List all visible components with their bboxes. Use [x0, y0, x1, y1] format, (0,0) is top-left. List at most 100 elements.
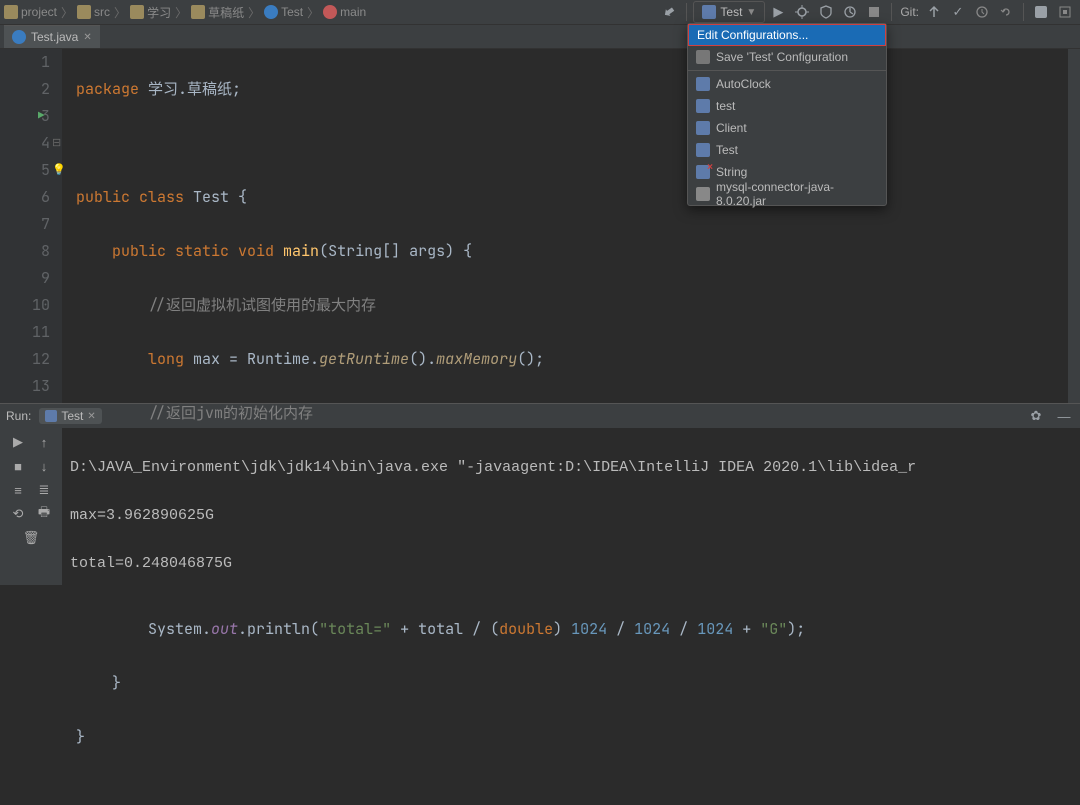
method-call: getRuntime [319, 349, 409, 369]
toolbar-divider [1023, 3, 1024, 21]
breadcrumb-label: project [21, 5, 57, 19]
breadcrumb-project[interactable]: project [4, 5, 57, 19]
top-navigation-bar: project 〉 src 〉 学习 〉 草稿纸 〉 Test 〉 main T… [0, 0, 1080, 25]
code-text: (); [517, 349, 544, 369]
print-button[interactable]: 🖶 [34, 504, 54, 524]
breadcrumb-separator: 〉 [173, 4, 189, 21]
breadcrumb-method[interactable]: main [323, 5, 366, 19]
close-icon[interactable]: ✕ [83, 32, 91, 43]
dropdown-config-item[interactable]: AutoClock [688, 73, 886, 95]
git-history-button[interactable] [971, 1, 993, 23]
run-title: Run: [6, 409, 31, 423]
line-number: 2 [0, 76, 50, 103]
string: "total=" [319, 619, 391, 639]
search-everywhere-button[interactable] [1054, 1, 1076, 23]
dropdown-label: String [716, 165, 747, 179]
app-icon [45, 410, 57, 422]
code-text: ) [553, 619, 571, 639]
console-line: D:\JAVA_Environment\jdk\jdk14\bin\java.e… [70, 456, 1072, 480]
git-commit-button[interactable]: ✓ [947, 1, 969, 23]
code-text: + total / ( [391, 619, 499, 639]
line-number: 7 [0, 211, 50, 238]
layout-button[interactable]: ≡ [8, 480, 28, 500]
brace: } [112, 673, 121, 693]
brace: } [76, 727, 85, 747]
line-number: 4 [0, 130, 50, 157]
editor-tab-test[interactable]: Test.java ✕ [4, 25, 100, 48]
code-text: ); [787, 619, 805, 639]
breadcrumb-class[interactable]: Test [264, 5, 303, 19]
line-number: 5 [0, 157, 50, 184]
dropdown-config-item[interactable]: test [688, 95, 886, 117]
toolbar-right: Test ▼ ▶ Git: ✓ [658, 1, 1076, 23]
app-icon [696, 77, 710, 91]
breadcrumb-src[interactable]: src [77, 5, 110, 19]
git-update-button[interactable] [923, 1, 945, 23]
profile-button[interactable] [839, 1, 861, 23]
pin-button[interactable]: ⟲ [8, 504, 28, 524]
breadcrumb-separator: 〉 [112, 4, 128, 21]
method-icon [323, 5, 337, 19]
jar-icon [696, 187, 710, 201]
git-revert-button[interactable] [995, 1, 1017, 23]
dropdown-label: Save 'Test' Configuration [716, 50, 848, 64]
down-button[interactable]: ↓ [34, 456, 54, 476]
build-button[interactable] [658, 1, 680, 23]
run-side-toolbar: ▶ ↑ ■ ↓ ≡ ≣ ⟲ 🖶 🗑 [0, 428, 62, 585]
run-tool-window: Run: Test ✕ ✿ — ▶ ↑ ■ ↓ ≡ ≣ ⟲ 🖶 🗑 D:\JAVA_En… [0, 403, 1080, 584]
code-text: / [607, 619, 634, 639]
run-tab[interactable]: Test ✕ [39, 408, 101, 424]
run-config-selector[interactable]: Test ▼ [693, 1, 765, 23]
dropdown-label: Client [716, 121, 747, 135]
dropdown-edit-configurations[interactable]: Edit Configurations... [688, 24, 886, 46]
code-editor[interactable]: 1 2 3 4 5 6 7 8 9 10 11 12 13 package 学习… [0, 49, 1080, 403]
save-icon [696, 50, 710, 64]
run-tab-label: Test [61, 409, 83, 423]
console-line: total=0.248046875G [70, 552, 1072, 576]
coverage-button[interactable] [815, 1, 837, 23]
app-icon [702, 5, 716, 19]
dropdown-config-item[interactable]: Test [688, 139, 886, 161]
wrap-button[interactable]: ≣ [34, 480, 54, 500]
close-icon[interactable]: ✕ [87, 411, 95, 422]
dropdown-config-item[interactable]: mysql-connector-java-8.0.20.jar [688, 183, 886, 205]
minimize-icon[interactable]: — [1054, 406, 1074, 426]
breadcrumb-package2[interactable]: 草稿纸 [191, 4, 244, 21]
settings-icon[interactable]: ✿ [1026, 406, 1046, 426]
stop-button[interactable]: ■ [8, 456, 28, 476]
keyword: double [499, 619, 553, 639]
avatar-button[interactable] [1030, 1, 1052, 23]
number: 1024 [571, 619, 607, 639]
editor-gutter[interactable]: 1 2 3 4 5 6 7 8 9 10 11 12 13 [0, 49, 62, 403]
dropdown-config-item[interactable]: Client [688, 117, 886, 139]
line-number: 9 [0, 265, 50, 292]
run-body: ▶ ↑ ■ ↓ ≡ ≣ ⟲ 🖶 🗑 D:\JAVA_Environment\jdk\jd… [0, 428, 1080, 585]
stop-button[interactable] [863, 1, 885, 23]
code-text: / [670, 619, 697, 639]
editor-tab-label: Test.java [31, 30, 78, 44]
keyword: public static [112, 241, 238, 261]
run-config-name: Test [720, 5, 742, 19]
number: 1024 [697, 619, 733, 639]
breadcrumb: project 〉 src 〉 学习 〉 草稿纸 〉 Test 〉 main [4, 4, 366, 21]
package-icon [130, 5, 144, 19]
console-line: max=3.962890625G [70, 504, 1072, 528]
up-button[interactable]: ↑ [34, 432, 54, 452]
keyword: long [148, 349, 193, 369]
debug-button[interactable] [791, 1, 813, 23]
delete-button[interactable]: 🗑 [21, 528, 41, 548]
class-icon [264, 5, 278, 19]
breadcrumb-package1[interactable]: 学习 [130, 4, 171, 21]
method-name: main [283, 241, 319, 261]
code-text: + [733, 619, 760, 639]
console-output[interactable]: D:\JAVA_Environment\jdk\jdk14\bin\java.e… [62, 428, 1080, 585]
dropdown-save-configuration[interactable]: Save 'Test' Configuration [688, 46, 886, 68]
line-number: 8 [0, 238, 50, 265]
params: (String[] args) { [319, 241, 472, 261]
editor-scrollbar[interactable] [1068, 49, 1080, 403]
java-class-icon [12, 30, 26, 44]
breadcrumb-label: Test [281, 5, 303, 19]
rerun-button[interactable]: ▶ [8, 432, 28, 452]
run-button[interactable]: ▶ [767, 1, 789, 23]
breadcrumb-label: src [94, 5, 110, 19]
